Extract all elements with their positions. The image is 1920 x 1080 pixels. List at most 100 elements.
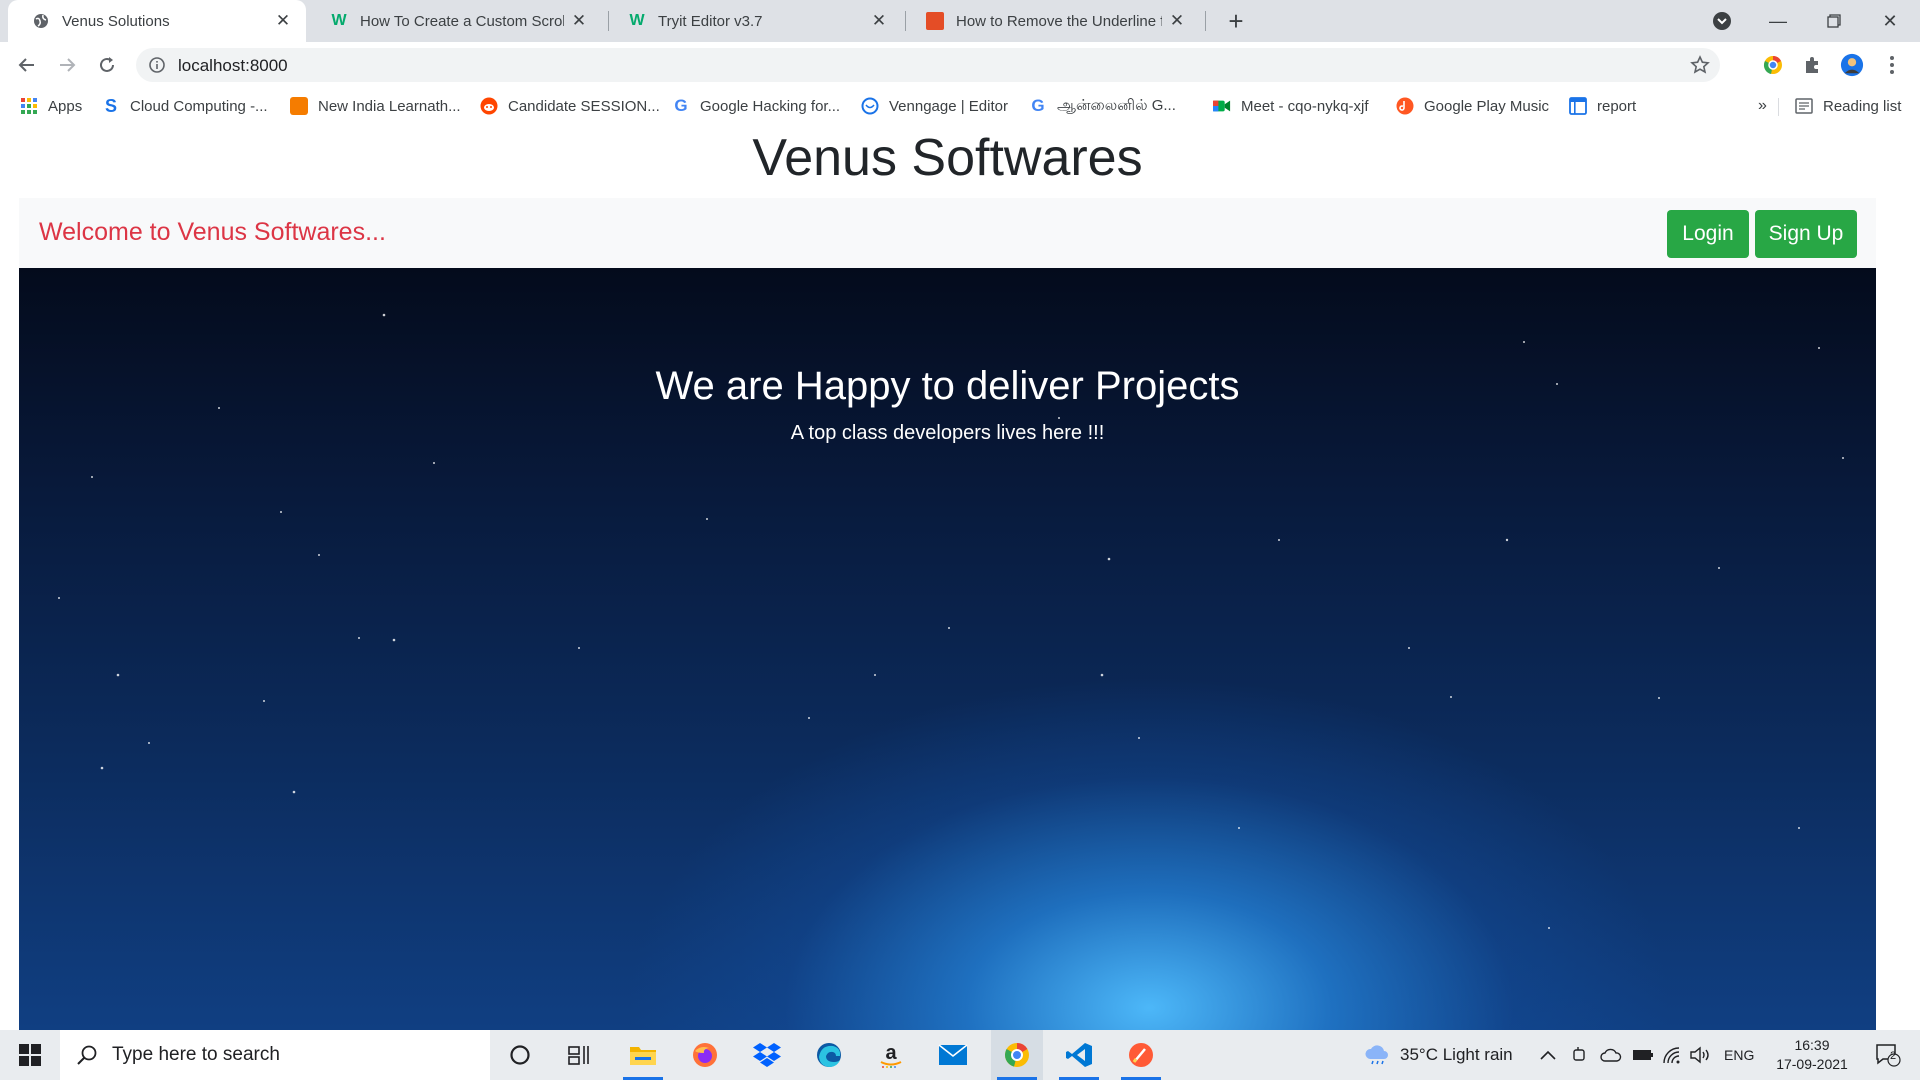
notification-center-button[interactable]: 2 <box>1868 1030 1908 1080</box>
bookmark-label: Meet - cqo-nykq-xjf <box>1241 97 1369 115</box>
close-tab-icon[interactable]: ✕ <box>274 11 292 30</box>
tab-separator <box>1205 11 1206 31</box>
chrome-taskbar-button[interactable] <box>991 1030 1043 1080</box>
edge-icon <box>817 1043 841 1067</box>
chrome-icon <box>1005 1043 1029 1067</box>
bookmark-apps[interactable]: Apps <box>20 88 82 124</box>
bookmark-google-hacking[interactable]: G Google Hacking for... <box>672 88 840 124</box>
vscode-icon <box>1066 1043 1092 1067</box>
reading-list-label: Reading list <box>1823 97 1902 115</box>
apps-grid-icon <box>20 97 38 115</box>
hero-subheading: A top class developers lives here !!! <box>790 422 1105 444</box>
close-tab-icon[interactable]: ✕ <box>570 11 588 30</box>
tab-title: Venus Solutions <box>62 12 170 30</box>
html5-icon <box>926 12 944 30</box>
edge-taskbar-button[interactable] <box>803 1030 855 1080</box>
search-placeholder: Type here to search <box>112 1044 280 1065</box>
paint-app-taskbar-button[interactable] <box>1115 1030 1167 1080</box>
tab-venus-solutions[interactable]: Venus Solutions ✕ <box>8 0 306 42</box>
bookmark-label: New India Learnath... <box>318 97 461 115</box>
bookmark-cloud-computing[interactable]: S Cloud Computing -... <box>102 88 268 124</box>
folder-icon <box>630 1047 656 1065</box>
reload-icon <box>100 57 114 72</box>
reading-list-button[interactable]: Reading list <box>1795 88 1901 124</box>
minimize-button[interactable]: — <box>1750 0 1806 42</box>
mail-taskbar-button[interactable] <box>927 1030 979 1080</box>
bookmark-google-play-music[interactable]: Google Play Music <box>1396 88 1549 124</box>
weather-widget[interactable]: 35°C Light rain <box>1364 1030 1513 1080</box>
back-button[interactable] <box>12 50 42 80</box>
site-title: Venus Softwares <box>752 129 1143 187</box>
hero-banner: We are Happy to deliver Projects A top c… <box>19 268 1876 1030</box>
profile-avatar[interactable] <box>1840 53 1864 77</box>
more-bookmarks-button[interactable]: » <box>1758 88 1767 124</box>
tab-remove-underline[interactable]: How to Remove the Underline fr ✕ <box>902 0 1200 42</box>
bookmark-new-india-learnathon[interactable]: New India Learnath... <box>290 88 461 124</box>
start-button[interactable] <box>0 1030 60 1080</box>
site-info-icon <box>149 57 165 73</box>
mail-icon <box>938 1044 968 1065</box>
login-button[interactable]: Login <box>1667 210 1749 258</box>
welcome-text: Welcome to Venus Softwares... <box>39 218 386 246</box>
reddit-like-icon <box>480 97 498 115</box>
cortana-icon <box>510 1045 530 1065</box>
search-icon <box>77 1045 97 1065</box>
signup-button[interactable]: Sign Up <box>1755 210 1857 258</box>
tab-title: How to Remove the Underline fr <box>956 12 1162 30</box>
firefox-taskbar-button[interactable] <box>679 1030 731 1080</box>
bookmark-report[interactable]: report <box>1569 88 1636 124</box>
hero-heading: We are Happy to deliver Projects <box>655 364 1240 408</box>
close-window-button[interactable]: ✕ <box>1862 0 1918 42</box>
bookmark-tamil-online[interactable]: G ஆன்லைனில் G... <box>1029 88 1176 124</box>
meet-icon <box>1213 97 1231 115</box>
meet-now-tray-icon[interactable] <box>1572 1030 1588 1080</box>
vscode-taskbar-button[interactable] <box>1053 1030 1105 1080</box>
bookmark-star-icon[interactable] <box>1688 53 1712 77</box>
cortana-button[interactable] <box>494 1030 546 1080</box>
reading-list-icon <box>1795 97 1813 115</box>
tab-search-button[interactable] <box>1694 0 1750 42</box>
new-tab-button[interactable]: + <box>1222 6 1250 36</box>
notification-count: 2 <box>1890 1050 1897 1062</box>
extensions-puzzle-icon[interactable] <box>1800 53 1824 77</box>
bookmark-candidate-session[interactable]: Candidate SESSION... <box>480 88 660 124</box>
restore-button[interactable] <box>1806 0 1862 42</box>
volume-tray-icon[interactable] <box>1690 1030 1712 1080</box>
taskbar-search-box[interactable]: Type here to search <box>60 1030 490 1080</box>
bookmark-meet[interactable]: Meet - cqo-nykq-xjf <box>1213 88 1369 124</box>
close-tab-icon[interactable]: ✕ <box>870 11 888 30</box>
chrome-extension-icon[interactable] <box>1761 53 1785 77</box>
windows-logo-icon <box>19 1044 41 1066</box>
show-hidden-icons-button[interactable] <box>1540 1030 1556 1080</box>
bookmark-label: Google Play Music <box>1424 97 1550 115</box>
sketch-brush-icon <box>1129 1043 1153 1067</box>
amazon-icon: a <box>880 1042 902 1068</box>
address-bar[interactable]: localhost:8000 <box>136 48 1720 82</box>
language-indicator[interactable]: ENG <box>1724 1030 1754 1080</box>
tab-title: Tryit Editor v3.7 <box>658 12 763 30</box>
svg-text:a: a <box>885 1042 897 1064</box>
chevron-up-icon <box>1540 1050 1556 1060</box>
report-icon <box>1569 97 1587 115</box>
back-arrow-icon <box>18 58 34 72</box>
globe-icon <box>32 12 50 30</box>
amazon-taskbar-button[interactable]: a <box>865 1030 917 1080</box>
battery-tray-icon[interactable] <box>1632 1030 1654 1080</box>
file-explorer-taskbar-button[interactable] <box>617 1030 669 1080</box>
forward-button[interactable] <box>52 50 82 80</box>
reload-button[interactable] <box>92 50 122 80</box>
menu-kebab-icon[interactable] <box>1880 53 1904 77</box>
bookmarks-divider <box>1778 98 1779 116</box>
system-clock[interactable]: 16:39 17-09-2021 <box>1760 1036 1864 1074</box>
w3schools-icon: W <box>331 12 347 29</box>
close-tab-icon[interactable]: ✕ <box>1168 11 1186 30</box>
tab-tryit-editor[interactable]: W Tryit Editor v3.7 ✕ <box>604 0 902 42</box>
bookmark-venngage[interactable]: Venngage | Editor <box>861 88 1008 124</box>
tab-custom-scrollbar[interactable]: W How To Create a Custom Scrollba ✕ <box>306 0 602 42</box>
clock-time: 16:39 <box>1794 1037 1830 1053</box>
task-view-button[interactable] <box>554 1030 606 1080</box>
dropbox-taskbar-button[interactable] <box>741 1030 793 1080</box>
page-viewport: Venus Softwares Welcome to Venus Softwar… <box>0 124 1920 1030</box>
onedrive-tray-icon[interactable] <box>1600 1030 1622 1080</box>
wifi-tray-icon[interactable] <box>1662 1030 1682 1080</box>
